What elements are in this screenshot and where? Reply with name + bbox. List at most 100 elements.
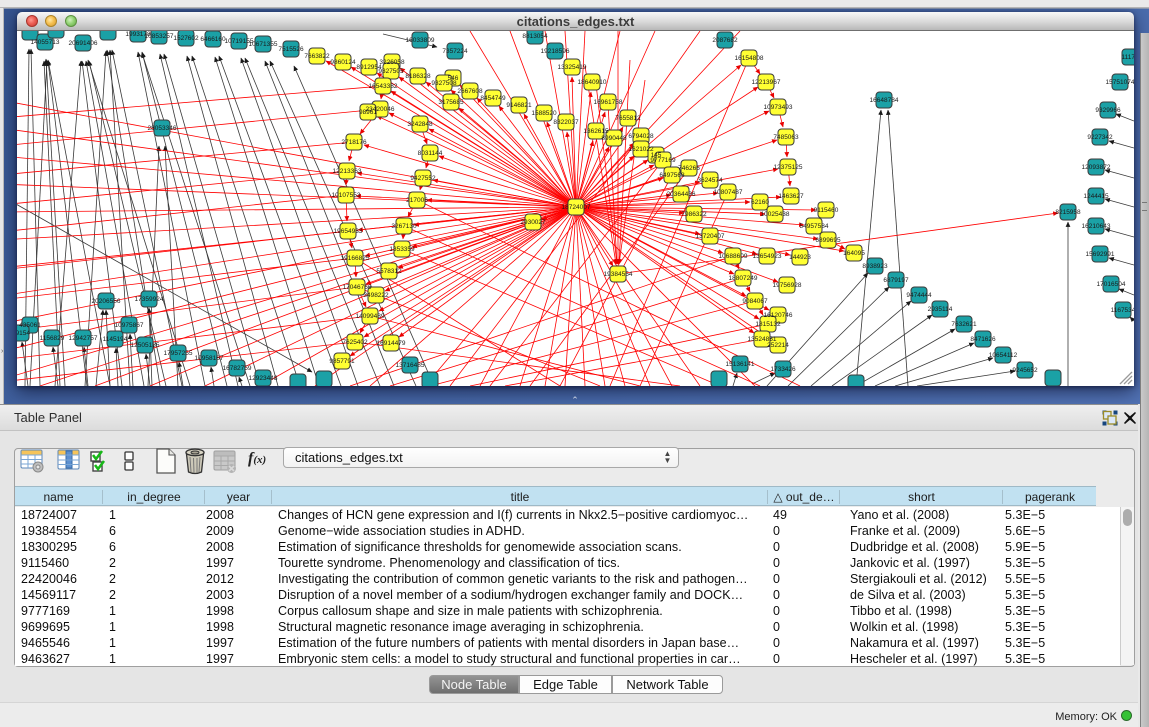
svg-text:12213967: 12213967: [752, 79, 781, 86]
svg-text:11174: 11174: [1121, 54, 1134, 61]
svg-text:2087682: 2087682: [712, 37, 738, 44]
svg-text:62160: 62160: [751, 199, 769, 206]
svg-text:8186328: 8186328: [405, 73, 431, 80]
svg-text:164095: 164095: [843, 250, 865, 257]
svg-text:9084067: 9084067: [742, 298, 768, 305]
svg-text:20691406: 20691406: [69, 40, 98, 47]
svg-text:3242848: 3242848: [407, 121, 433, 128]
svg-text:6879197: 6879197: [883, 277, 909, 284]
svg-text:3498222: 3498222: [363, 292, 389, 299]
svg-text:1362615: 1362615: [583, 128, 609, 135]
svg-text:13716485: 13716485: [396, 362, 425, 369]
svg-text:1463627: 1463627: [778, 193, 804, 200]
svg-text:7663822: 7663822: [304, 53, 330, 60]
svg-text:8938923: 8938923: [862, 263, 888, 270]
svg-text:19654933: 19654933: [334, 228, 363, 235]
svg-text:18807249: 18807249: [729, 275, 758, 282]
svg-text:13325419: 13325419: [558, 64, 587, 71]
svg-text:17957255: 17957255: [164, 350, 193, 357]
svg-text:9777169: 9777169: [650, 157, 676, 164]
svg-text:13720407: 13720407: [696, 233, 725, 240]
svg-text:12093872: 12093872: [1082, 164, 1111, 171]
svg-text:39154: 39154: [17, 330, 30, 337]
svg-text:3175685: 3175685: [438, 99, 464, 106]
svg-text:16782759: 16782759: [223, 365, 252, 372]
svg-text:18640910: 18640910: [578, 79, 607, 86]
svg-text:1588520: 1588520: [531, 110, 557, 117]
svg-text:746266: 746266: [678, 165, 700, 172]
svg-text:17046766: 17046766: [343, 284, 372, 291]
svg-text:28053346: 28053346: [148, 125, 177, 132]
svg-text:2930027: 2930027: [520, 219, 546, 226]
svg-text:252214: 252214: [767, 342, 789, 349]
svg-text:17016504: 17016504: [1097, 281, 1126, 288]
svg-text:5578312: 5578312: [376, 268, 402, 275]
svg-text:13654923: 13654923: [753, 253, 782, 260]
svg-text:2667608: 2667608: [457, 88, 483, 95]
svg-text:1527602: 1527602: [173, 35, 199, 42]
svg-text:1815132: 1815132: [755, 321, 781, 328]
svg-text:1353359: 1353359: [389, 246, 415, 253]
svg-text:8813054: 8813054: [522, 33, 548, 40]
svg-text:9474444: 9474444: [906, 292, 932, 299]
svg-text:3267130: 3267130: [391, 223, 417, 230]
svg-text:10975867: 10975867: [115, 322, 144, 329]
svg-text:12375125: 12375125: [774, 164, 803, 171]
svg-text:8990448: 8990448: [601, 135, 627, 142]
svg-text:16033809: 16033809: [406, 37, 435, 44]
svg-text:15751074: 15751074: [1106, 79, 1134, 86]
svg-text:54957584: 54957584: [800, 223, 829, 230]
svg-text:15136141: 15136141: [726, 361, 755, 368]
svg-text:10853257: 10853257: [145, 33, 174, 40]
svg-text:10107553: 10107553: [332, 192, 361, 199]
svg-text:16154808: 16154808: [735, 55, 764, 62]
svg-text:12942757: 12942757: [69, 335, 98, 342]
svg-text:10688609: 10688609: [719, 253, 748, 260]
svg-text:6794028: 6794028: [628, 133, 654, 140]
svg-text:19756928: 19756928: [773, 282, 802, 289]
svg-text:14055713: 14055713: [31, 39, 60, 46]
svg-text:17359924: 17359924: [135, 296, 164, 303]
svg-text:8215958: 8215958: [1055, 209, 1081, 216]
svg-text:16543382: 16543382: [369, 83, 398, 90]
svg-text:9427552: 9427552: [410, 175, 436, 182]
svg-text:2718176: 2718176: [341, 139, 367, 146]
svg-text:217006: 217006: [406, 197, 428, 204]
svg-text:7515526: 7515526: [278, 46, 304, 53]
svg-text:6899695: 6899695: [815, 237, 841, 244]
svg-text:1244415: 1244415: [1083, 193, 1109, 200]
svg-text:8322037: 8322037: [553, 119, 579, 126]
svg-text:18724007: 18724007: [562, 204, 591, 211]
svg-text:7625402: 7625402: [342, 339, 368, 346]
svg-text:10958167: 10958167: [195, 355, 224, 362]
svg-text:2935114: 2935114: [928, 306, 953, 313]
svg-text:12213363: 12213363: [333, 168, 362, 175]
svg-text:8454749: 8454749: [480, 95, 506, 102]
svg-text:7632621: 7632621: [951, 321, 977, 328]
svg-text:19218596: 19218596: [541, 48, 570, 55]
svg-text:9327508: 9327508: [431, 80, 457, 87]
svg-text:144923: 144923: [789, 254, 811, 261]
svg-text:15692991: 15692991: [1086, 251, 1115, 258]
svg-text:9860124: 9860124: [330, 59, 356, 66]
svg-text:19384554: 19384554: [604, 271, 633, 278]
svg-text:20206556: 20206556: [92, 298, 121, 305]
svg-text:16120746: 16120746: [764, 312, 793, 319]
svg-text:16961758: 16961758: [594, 99, 623, 106]
svg-text:98961: 98961: [359, 109, 377, 116]
svg-text:3226058: 3226058: [379, 59, 405, 66]
svg-text:7986322: 7986322: [681, 211, 707, 218]
svg-text:10654112: 10654112: [989, 352, 1018, 359]
svg-text:1145194: 1145194: [103, 336, 128, 343]
svg-text:7485063: 7485063: [773, 134, 799, 141]
svg-text:8031144: 8031144: [418, 150, 443, 157]
svg-text:8471626: 8471626: [970, 336, 996, 343]
svg-text:7357224: 7357224: [442, 48, 468, 55]
svg-text:6497568: 6497568: [659, 172, 685, 179]
svg-text:6466160: 6466160: [200, 36, 226, 43]
svg-text:9115460: 9115460: [814, 207, 839, 214]
svg-text:9227342: 9227342: [1087, 134, 1113, 141]
svg-text:20364436: 20364436: [667, 191, 696, 198]
svg-text:14099489: 14099489: [356, 313, 385, 320]
svg-text:9327505: 9327505: [378, 68, 404, 75]
